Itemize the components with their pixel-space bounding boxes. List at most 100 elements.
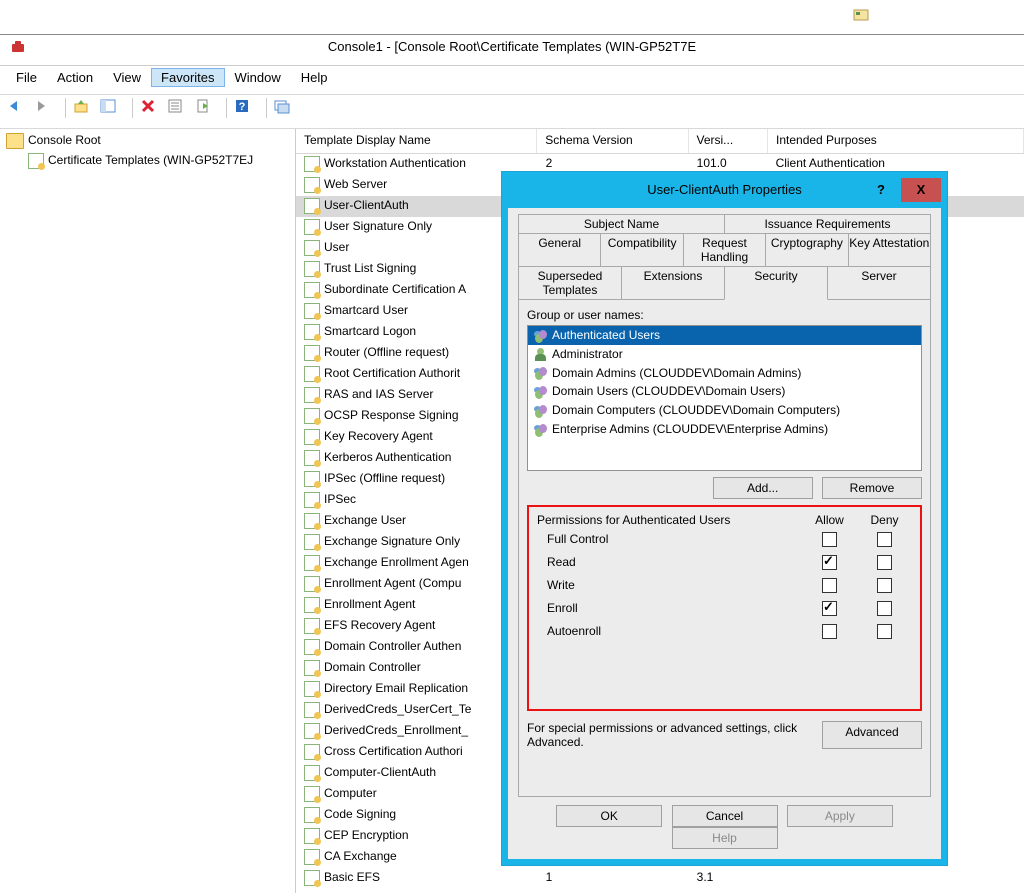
list-header[interactable]: Template Display NameSchema VersionVersi… [296,129,1024,154]
tree-root[interactable]: Console Root [0,131,295,151]
group-icon [534,385,550,399]
dialog-help-button[interactable]: ? [861,178,901,202]
tab-extensions[interactable]: Extensions [621,266,725,300]
template-icon [304,681,320,697]
new-window-icon[interactable] [274,98,296,120]
tab-general[interactable]: General [518,233,601,267]
template-icon [304,366,320,382]
advanced-button[interactable]: Advanced [822,721,922,749]
tab-superseded-templates[interactable]: Superseded Templates [518,266,622,300]
column-header[interactable]: Schema Version [537,129,688,153]
properties-icon[interactable] [167,98,189,120]
template-icon [304,765,320,781]
advanced-text: For special permissions or advanced sett… [527,721,822,749]
deny-checkbox[interactable] [877,624,892,639]
deny-checkbox[interactable] [877,555,892,570]
deny-checkbox[interactable] [877,578,892,593]
tab-request-handling[interactable]: Request Handling [683,233,766,267]
group-item[interactable]: Domain Admins (CLOUDDEV\Domain Admins) [528,364,921,383]
template-icon [304,219,320,235]
menu-help[interactable]: Help [291,68,338,87]
apply-button[interactable]: Apply [787,805,893,827]
ok-button[interactable]: OK [556,805,662,827]
column-header[interactable]: Template Display Name [296,129,537,153]
allow-checkbox[interactable] [822,555,837,570]
dialog-titlebar[interactable]: User-ClientAuth Properties ? X [508,178,941,208]
template-icon [304,534,320,550]
dialog-title: User-ClientAuth Properties [647,182,802,197]
group-item[interactable]: Domain Computers (CLOUDDEV\Domain Comput… [528,401,921,420]
allow-checkbox[interactable] [822,532,837,547]
show-hide-tree-icon[interactable] [100,98,122,120]
allow-checkbox[interactable] [822,624,837,639]
delete-icon[interactable] [140,98,162,120]
up-icon[interactable] [73,98,95,120]
deny-checkbox[interactable] [877,532,892,547]
template-icon [304,618,320,634]
tab-issuance-requirements[interactable]: Issuance Requirements [724,214,931,234]
back-icon[interactable] [6,98,28,120]
template-icon [304,324,320,340]
tray-icon [852,6,872,26]
group-item[interactable]: Domain Users (CLOUDDEV\Domain Users) [528,382,921,401]
deny-header: Deny [857,513,912,527]
group-item[interactable]: Enterprise Admins (CLOUDDEV\Enterprise A… [528,420,921,439]
column-header[interactable]: Versi... [689,129,769,153]
template-icon [304,513,320,529]
help-icon[interactable]: ? [234,98,256,120]
tab-subject-name[interactable]: Subject Name [518,214,725,234]
dialog-close-button[interactable]: X [901,178,941,202]
cancel-button[interactable]: Cancel [672,805,778,827]
dialog-buttons: OK Cancel Apply Help [518,797,931,849]
tree-pane[interactable]: Console Root Certificate Templates (WIN-… [0,129,296,893]
template-icon [304,702,320,718]
template-icon [304,660,320,676]
tab-compatibility[interactable]: Compatibility [600,233,683,267]
group-icon [534,329,550,343]
group-icon [534,423,550,437]
template-icon [304,261,320,277]
menu-file[interactable]: File [6,68,47,87]
template-icon [304,576,320,592]
add-button[interactable]: Add... [713,477,813,499]
template-icon [304,723,320,739]
tab-security[interactable]: Security [724,266,828,300]
template-icon [304,240,320,256]
menu-action[interactable]: Action [47,68,103,87]
template-icon [304,492,320,508]
template-icon [304,198,320,214]
template-icon [304,849,320,865]
menu-bar[interactable]: FileActionViewFavoritesWindowHelp [0,66,1024,95]
template-icon [304,807,320,823]
remove-button[interactable]: Remove [822,477,922,499]
permission-row: Enroll [537,601,912,619]
forward-icon[interactable] [33,98,55,120]
allow-checkbox[interactable] [822,601,837,616]
toolbar[interactable]: ? [0,95,1024,129]
template-icon [304,597,320,613]
tab-server[interactable]: Server [827,266,931,300]
menu-favorites[interactable]: Favorites [151,68,224,87]
allow-checkbox[interactable] [822,578,837,593]
template-icon [304,177,320,193]
column-header[interactable]: Intended Purposes [768,129,1024,153]
menu-window[interactable]: Window [225,68,291,87]
folder-icon [6,133,24,149]
template-icon [304,450,320,466]
cert-templates-icon [28,153,44,169]
template-icon [304,345,320,361]
export-icon[interactable] [195,98,217,120]
tab-key-attestation[interactable]: Key Attestation [848,233,931,267]
user-icon [534,348,550,362]
group-item[interactable]: Administrator [528,345,921,364]
permission-row: Read [537,555,912,573]
group-user-list[interactable]: Authenticated UsersAdministratorDomain A… [527,325,922,471]
menu-view[interactable]: View [103,68,151,87]
template-icon [304,408,320,424]
group-item[interactable]: Authenticated Users [528,326,921,345]
help-button[interactable]: Help [672,827,778,849]
deny-checkbox[interactable] [877,601,892,616]
tab-cryptography[interactable]: Cryptography [765,233,848,267]
tree-cert-templates[interactable]: Certificate Templates (WIN-GP52T7EJ [0,151,295,171]
permissions-title: Permissions for Authenticated Users [537,513,802,527]
